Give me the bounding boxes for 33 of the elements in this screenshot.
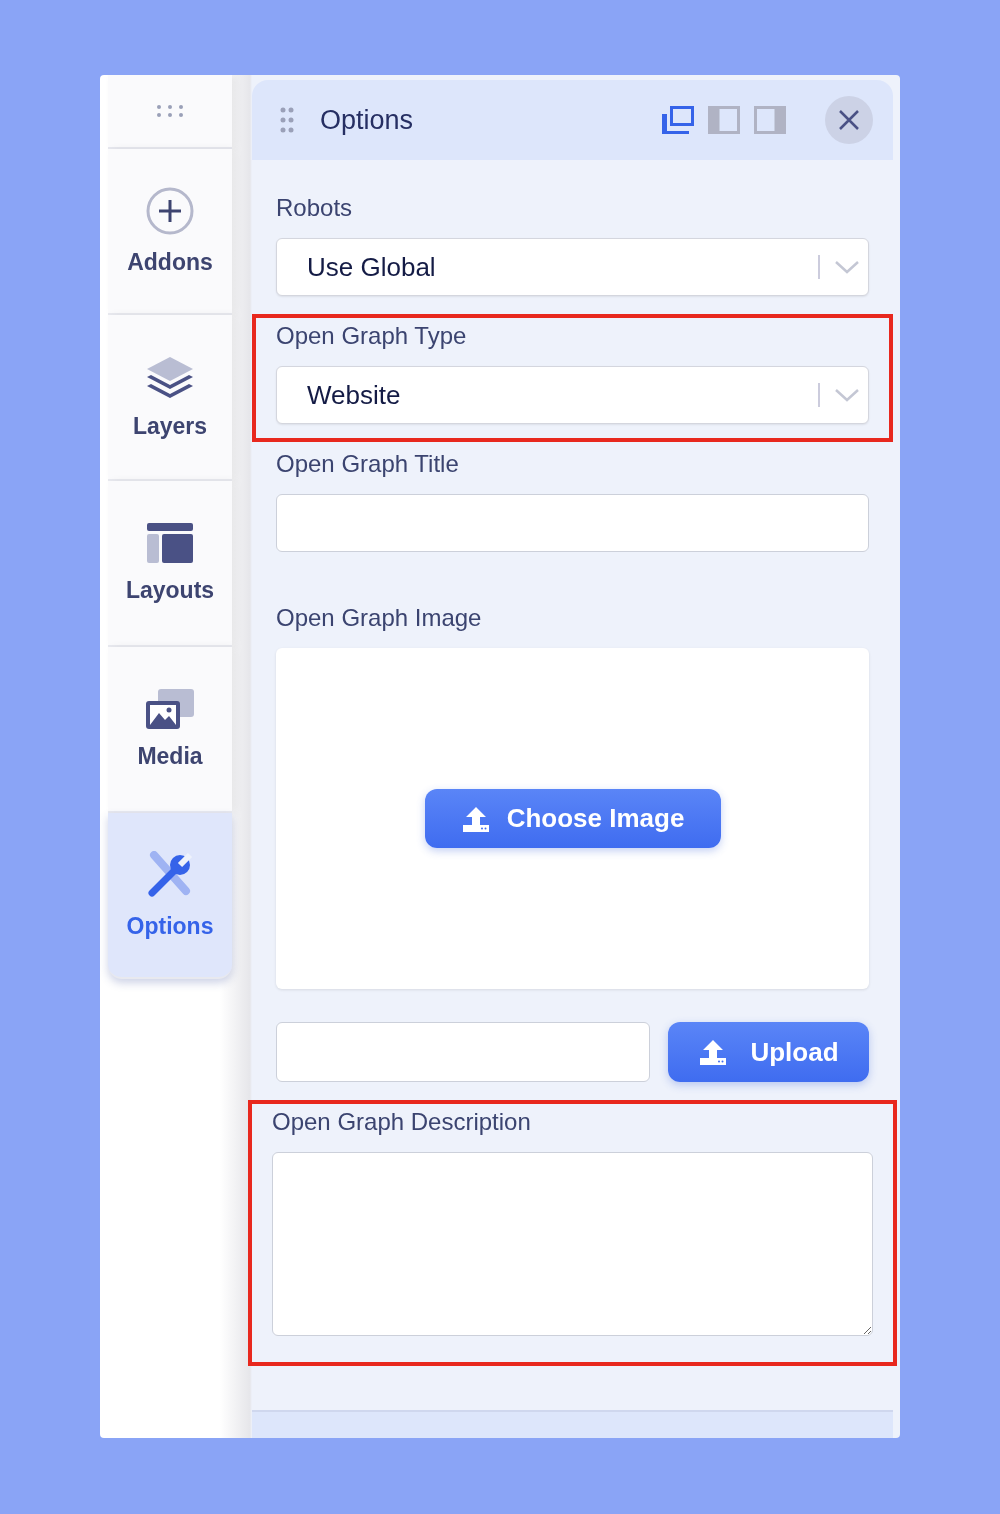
chevron-down-icon (834, 260, 860, 274)
tools-icon (146, 850, 194, 899)
sidebar-item[interactable]: Options (108, 813, 232, 979)
plus-icon (146, 186, 194, 235)
sidebar-item[interactable]: Addons (108, 149, 232, 315)
upload-icon (460, 804, 491, 833)
text-input[interactable] (276, 494, 869, 552)
view-mode-button[interactable] (661, 105, 695, 135)
image-icon (146, 688, 194, 729)
image-url-input[interactable] (276, 1022, 650, 1082)
choose-image-button[interactable]: Choose Image (424, 789, 721, 848)
field-label: Open Graph Description (272, 1108, 532, 1136)
sidebar-item[interactable]: Layouts (108, 481, 232, 647)
field-label: Robots (276, 194, 354, 222)
chevron-down-icon (834, 388, 860, 402)
sidebar-item[interactable]: Media (108, 647, 232, 813)
drag-handle-icon[interactable] (108, 75, 232, 149)
layout-icon (147, 522, 193, 563)
layers-icon (146, 354, 194, 399)
field-label: Open Graph Title (276, 450, 460, 478)
close-button[interactable] (825, 96, 873, 144)
select-field[interactable]: Use Global (276, 238, 869, 296)
upload-icon (698, 1038, 729, 1066)
field-label: Open Graph Image (276, 604, 483, 632)
drag-handle-icon[interactable] (280, 107, 294, 133)
select-field[interactable]: Website (276, 366, 869, 424)
field-label: Open Graph Type (276, 322, 468, 350)
close-icon (838, 109, 860, 131)
image-dropzone[interactable]: Choose Image (276, 648, 869, 989)
description-textarea[interactable] (272, 1152, 873, 1336)
panel-title: Options (320, 104, 414, 136)
upload-button[interactable]: Upload (668, 1022, 869, 1082)
sidebar-item[interactable]: Layers (108, 315, 232, 481)
